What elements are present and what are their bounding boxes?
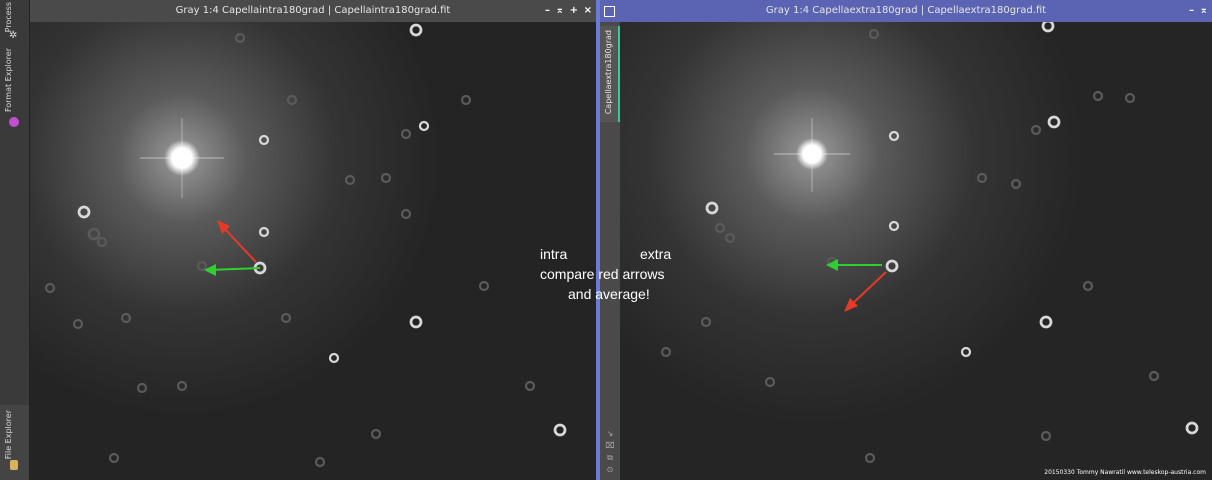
tab-process[interactable]: Process <box>4 2 13 32</box>
window-title: Gray 1:4 Capellaintra180grad | Capellain… <box>175 5 451 16</box>
tab-format-explorer[interactable]: Format Explorer <box>4 48 13 112</box>
label-compare: compare red arrows <box>540 266 665 282</box>
view-side-panel: Capellaextra180grad ↘ ⌧ ⧉ ⊙ <box>600 22 620 480</box>
image-window-intra[interactable]: Gray 1:4 Capellaintra180grad | Capellain… <box>30 0 596 480</box>
shade-button[interactable]: ⌅ <box>556 0 564 22</box>
window-title: Gray 1:4 Capellaextra180grad | Capellaex… <box>765 5 1047 16</box>
cylinder-icon <box>10 460 18 470</box>
credit-text: 20150330 Tommy Nawratil www.teleskop-aus… <box>1044 469 1206 476</box>
view-tool-icons[interactable]: ↘ ⌧ ⧉ ⊙ <box>603 428 617 476</box>
shade-button[interactable]: ⌅ <box>1200 0 1208 22</box>
minimize-button[interactable]: – <box>1189 0 1194 22</box>
dock-sidebar: Process ✲ Format Explorer File Explorer <box>0 0 30 480</box>
window-titlebar: Gray 1:4 Capellaextra180grad | Capellaex… <box>600 0 1212 22</box>
window-titlebar: Gray 1:4 Capellaintra180grad | Capellain… <box>30 0 596 22</box>
view-identifier-tab[interactable]: Capellaextra180grad <box>600 26 620 122</box>
image-window-extra[interactable]: Gray 1:4 Capellaextra180grad | Capellaex… <box>600 0 1212 480</box>
label-intra: intra <box>540 246 568 262</box>
maximize-button[interactable]: + <box>570 0 578 22</box>
tab-file-explorer[interactable]: File Explorer <box>4 410 13 459</box>
window-icon <box>604 6 615 17</box>
gear-icon: ✲ <box>9 30 18 41</box>
minimize-button[interactable]: – <box>545 0 550 22</box>
star-image-extra[interactable] <box>620 22 1212 480</box>
label-average: and average! <box>568 286 650 302</box>
close-button[interactable]: × <box>584 0 592 22</box>
format-icon <box>9 117 19 127</box>
star-image-intra[interactable] <box>30 22 596 480</box>
label-extra: extra <box>640 246 672 262</box>
